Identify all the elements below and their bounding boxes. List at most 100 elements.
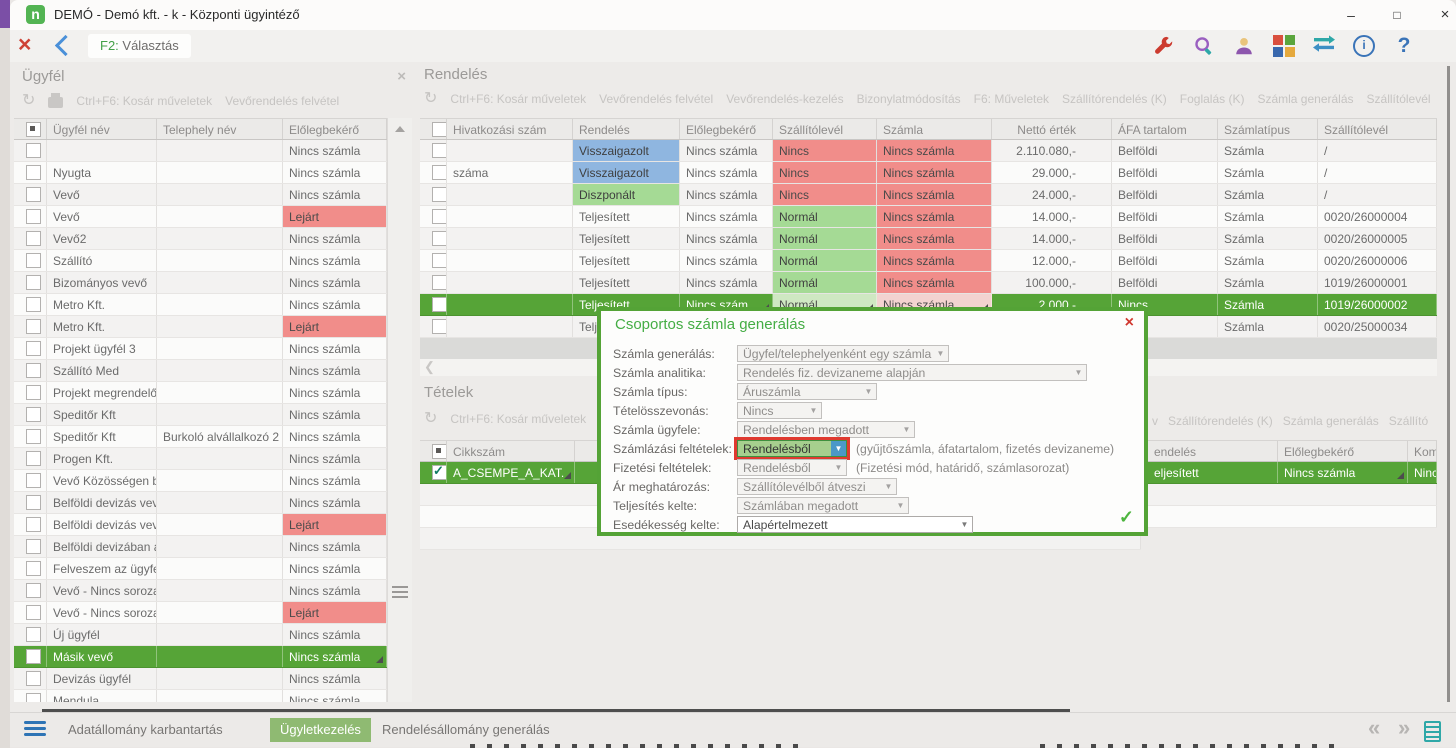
close-icon[interactable]: × [18,31,31,58]
table-row[interactable]: Projekt megrendelőNincs számla [14,382,387,404]
dropdown-5[interactable]: Rendelésben megadott▼ [737,421,915,438]
row-checkbox[interactable] [432,209,447,224]
table-row[interactable]: számaVisszaigazoltNincs számlaNincsNincs… [420,162,1437,184]
toolbar-action[interactable]: Vevőrendelés felvétel [225,94,339,108]
toolbar-action[interactable]: Ctrl+F6: Kosár műveletek [76,94,212,108]
row-checkbox[interactable] [432,444,447,459]
table-row[interactable]: Új ügyfélNincs számla [14,624,387,646]
toolbar-action[interactable]: Ctrl+F6: Kosár műveletek [450,412,586,426]
row-checkbox[interactable] [26,605,41,620]
row-checkbox[interactable] [432,187,447,202]
table-row[interactable]: Metro Kft.Lejárt [14,316,387,338]
table-row[interactable]: Nincs számla [14,140,387,162]
refresh-icon[interactable]: ↻ [424,412,437,426]
row-checkbox[interactable] [26,539,41,554]
table-row[interactable]: Bizományos vevőNincs számla [14,272,387,294]
table-row[interactable]: MendulaNincs számla [14,690,387,702]
row-checkbox[interactable] [26,363,41,378]
row-checkbox[interactable] [432,165,447,180]
row-checkbox[interactable] [26,473,41,488]
table-row[interactable]: Devizás ügyfélNincs számla [14,668,387,690]
row-checkbox[interactable] [26,495,41,510]
dropdown-10[interactable]: Alapértelmezett▼ [737,516,973,533]
dropdown-2[interactable]: Rendelés fiz. devizaneme alapján▼ [737,364,1087,381]
table-row[interactable]: Progen Kft.Nincs számla [14,448,387,470]
row-checkbox[interactable] [26,209,41,224]
row-checkbox[interactable] [432,275,447,290]
dropdown-6[interactable]: Rendelésből▼ [737,440,847,457]
row-checkbox[interactable] [26,385,41,400]
row-checkbox[interactable] [26,429,41,444]
table-row[interactable]: Vevő - Nincs sorozatLejárt [14,602,387,624]
window-scrollbar[interactable] [1447,66,1450,702]
row-checkbox[interactable] [26,583,41,598]
dropdown-1[interactable]: Ügyfel/telephelyenként egy számla▼ [737,345,949,362]
table-row[interactable]: Metro Kft.Nincs számla [14,294,387,316]
table-row[interactable]: NyugtaNincs számla [14,162,387,184]
table-row[interactable]: DiszponáltNincs számlaNincsNincs számla2… [420,184,1437,206]
tab-rendelesallomany[interactable]: Rendelésállomány generálás [372,718,560,742]
splitter-grip-icon[interactable] [392,586,408,600]
row-checkbox[interactable] [432,231,447,246]
row-checkbox[interactable] [26,517,41,532]
table-row[interactable]: SzállítóNincs számla [14,250,387,272]
toolbar-action[interactable]: Számla generálás [1257,92,1353,106]
tab-adatallomany[interactable]: Adatállomány karbantartás [58,718,233,742]
search-icon[interactable] [1192,34,1216,58]
table-row[interactable]: Vevő - Nincs sorozatNincs számla [14,580,387,602]
dialog-confirm-button[interactable]: ✓ [1119,507,1134,528]
maximize-button[interactable]: □ [1380,3,1414,27]
row-checkbox[interactable] [26,693,41,702]
transfer-arrows-icon[interactable] [1312,34,1336,58]
user-icon[interactable] [1232,34,1256,58]
table-row[interactable]: Szállító MedNincs számla [14,360,387,382]
row-checkbox[interactable] [26,143,41,158]
row-checkbox[interactable] [432,319,447,334]
table-row[interactable]: Vevő Közösségen beNincs számla [14,470,387,492]
apps-grid-icon[interactable] [1272,34,1296,58]
table-row[interactable]: Belföldi devizás vevőLejárt [14,514,387,536]
toolbar-action[interactable]: Foglalás (K) [1180,92,1245,106]
toolbar-action[interactable]: Szállítólevél [1367,92,1431,106]
customers-scrollbar[interactable] [387,118,412,702]
row-checkbox[interactable] [432,253,447,268]
nav-prev-icon[interactable]: « [1368,715,1380,741]
f2-select-button[interactable]: F2: Választás [88,34,191,58]
table-row[interactable]: Projekt ügyfél 3Nincs számla [14,338,387,360]
table-row[interactable]: Speditőr KftNincs számla [14,404,387,426]
print-icon[interactable] [48,97,63,108]
row-checkbox[interactable] [26,297,41,312]
row-checkbox[interactable] [26,165,41,180]
row-checkbox[interactable] [26,649,41,664]
window-close-button[interactable]: × [1428,3,1456,27]
row-checkbox[interactable] [26,253,41,268]
toolbar-action[interactable]: Vevőrendelés-kezelés [726,92,843,106]
row-checkbox[interactable] [26,122,41,137]
row-checkbox[interactable] [26,671,41,686]
table-row[interactable]: Belföldi devizában adNincs számla [14,536,387,558]
tools-wrench-icon[interactable] [1152,34,1176,58]
refresh-icon[interactable]: ↻ [22,94,35,108]
minimize-button[interactable]: – [1334,3,1368,27]
table-row[interactable]: VisszaigazoltNincs számlaNincsNincs szám… [420,140,1437,162]
refresh-icon[interactable]: ↻ [424,92,437,106]
info-icon[interactable]: i [1352,34,1376,58]
dropdown-9[interactable]: Számlában megadott▼ [737,497,909,514]
toolbar-action[interactable]: Vevőrendelés felvétel [599,92,713,106]
row-checkbox[interactable] [26,451,41,466]
table-row[interactable]: Vevő2Nincs számla [14,228,387,250]
table-row[interactable]: Másik vevőNincs számla [14,646,387,668]
table-row[interactable]: eljesítettNincs számlaNincs [1148,462,1437,484]
dropdown-8[interactable]: Szállítólevélből átveszi▼ [737,478,897,495]
row-checkbox[interactable] [26,231,41,246]
row-checkbox[interactable] [432,297,447,312]
table-row[interactable]: TeljesítettNincs számlaNormálNincs száml… [420,228,1437,250]
toolbar-action[interactable]: F6: Műveletek [974,92,1049,106]
table-row[interactable]: Speditőr KftBurkoló alvállalkozó 2Nincs … [14,426,387,448]
toolbar-action[interactable]: Szállítórendelés (K) [1062,92,1167,106]
list-panel-icon[interactable] [1424,721,1441,742]
table-row[interactable]: VevőNincs számla [14,184,387,206]
nav-next-icon[interactable]: » [1398,715,1410,741]
row-checkbox[interactable] [26,561,41,576]
row-checkbox[interactable] [26,187,41,202]
